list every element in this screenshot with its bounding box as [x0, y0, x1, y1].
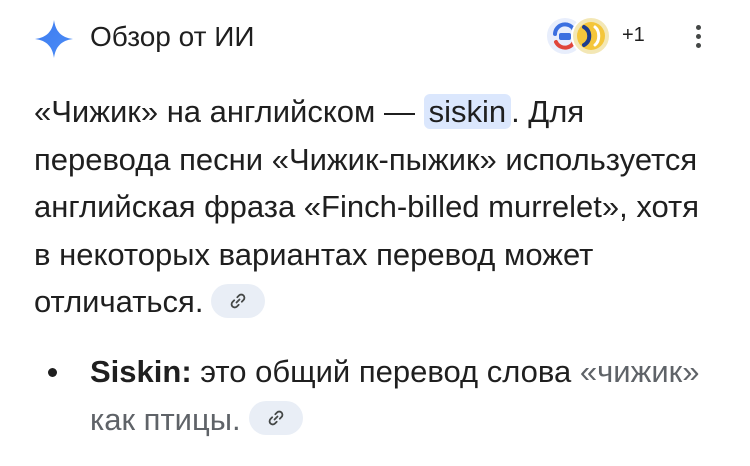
answer-text: «Чижик» на английском — — [34, 94, 424, 129]
sparkle-icon — [35, 20, 73, 58]
ai-overview-header: Обзор от ИИ +1 — [0, 0, 750, 80]
answer-bullets: Siskin: это общий перевод слова «чижик» … — [34, 348, 724, 443]
source-logo-icon — [577, 22, 605, 50]
source-favicon[interactable] — [571, 16, 611, 56]
link-icon — [268, 411, 283, 426]
page-title: Обзор от ИИ — [90, 21, 255, 52]
more-vert-icon[interactable] — [686, 22, 710, 52]
bullet-dot — [48, 368, 57, 377]
bullet-term: Siskin: — [90, 354, 192, 389]
answer-paragraph: «Чижик» на английском — siskin. Для пере… — [34, 88, 724, 326]
source-link-button[interactable] — [248, 401, 303, 436]
highlighted-term[interactable]: siskin — [423, 94, 512, 129]
list-item: Siskin: это общий перевод слова «чижик» … — [34, 348, 724, 443]
sources-avatars[interactable] — [545, 14, 615, 58]
source-link-button[interactable] — [211, 283, 266, 318]
bullet-text: это общий перевод слова — [191, 354, 580, 389]
sources-extra-count[interactable]: +1 — [622, 24, 645, 47]
link-icon — [231, 293, 246, 309]
